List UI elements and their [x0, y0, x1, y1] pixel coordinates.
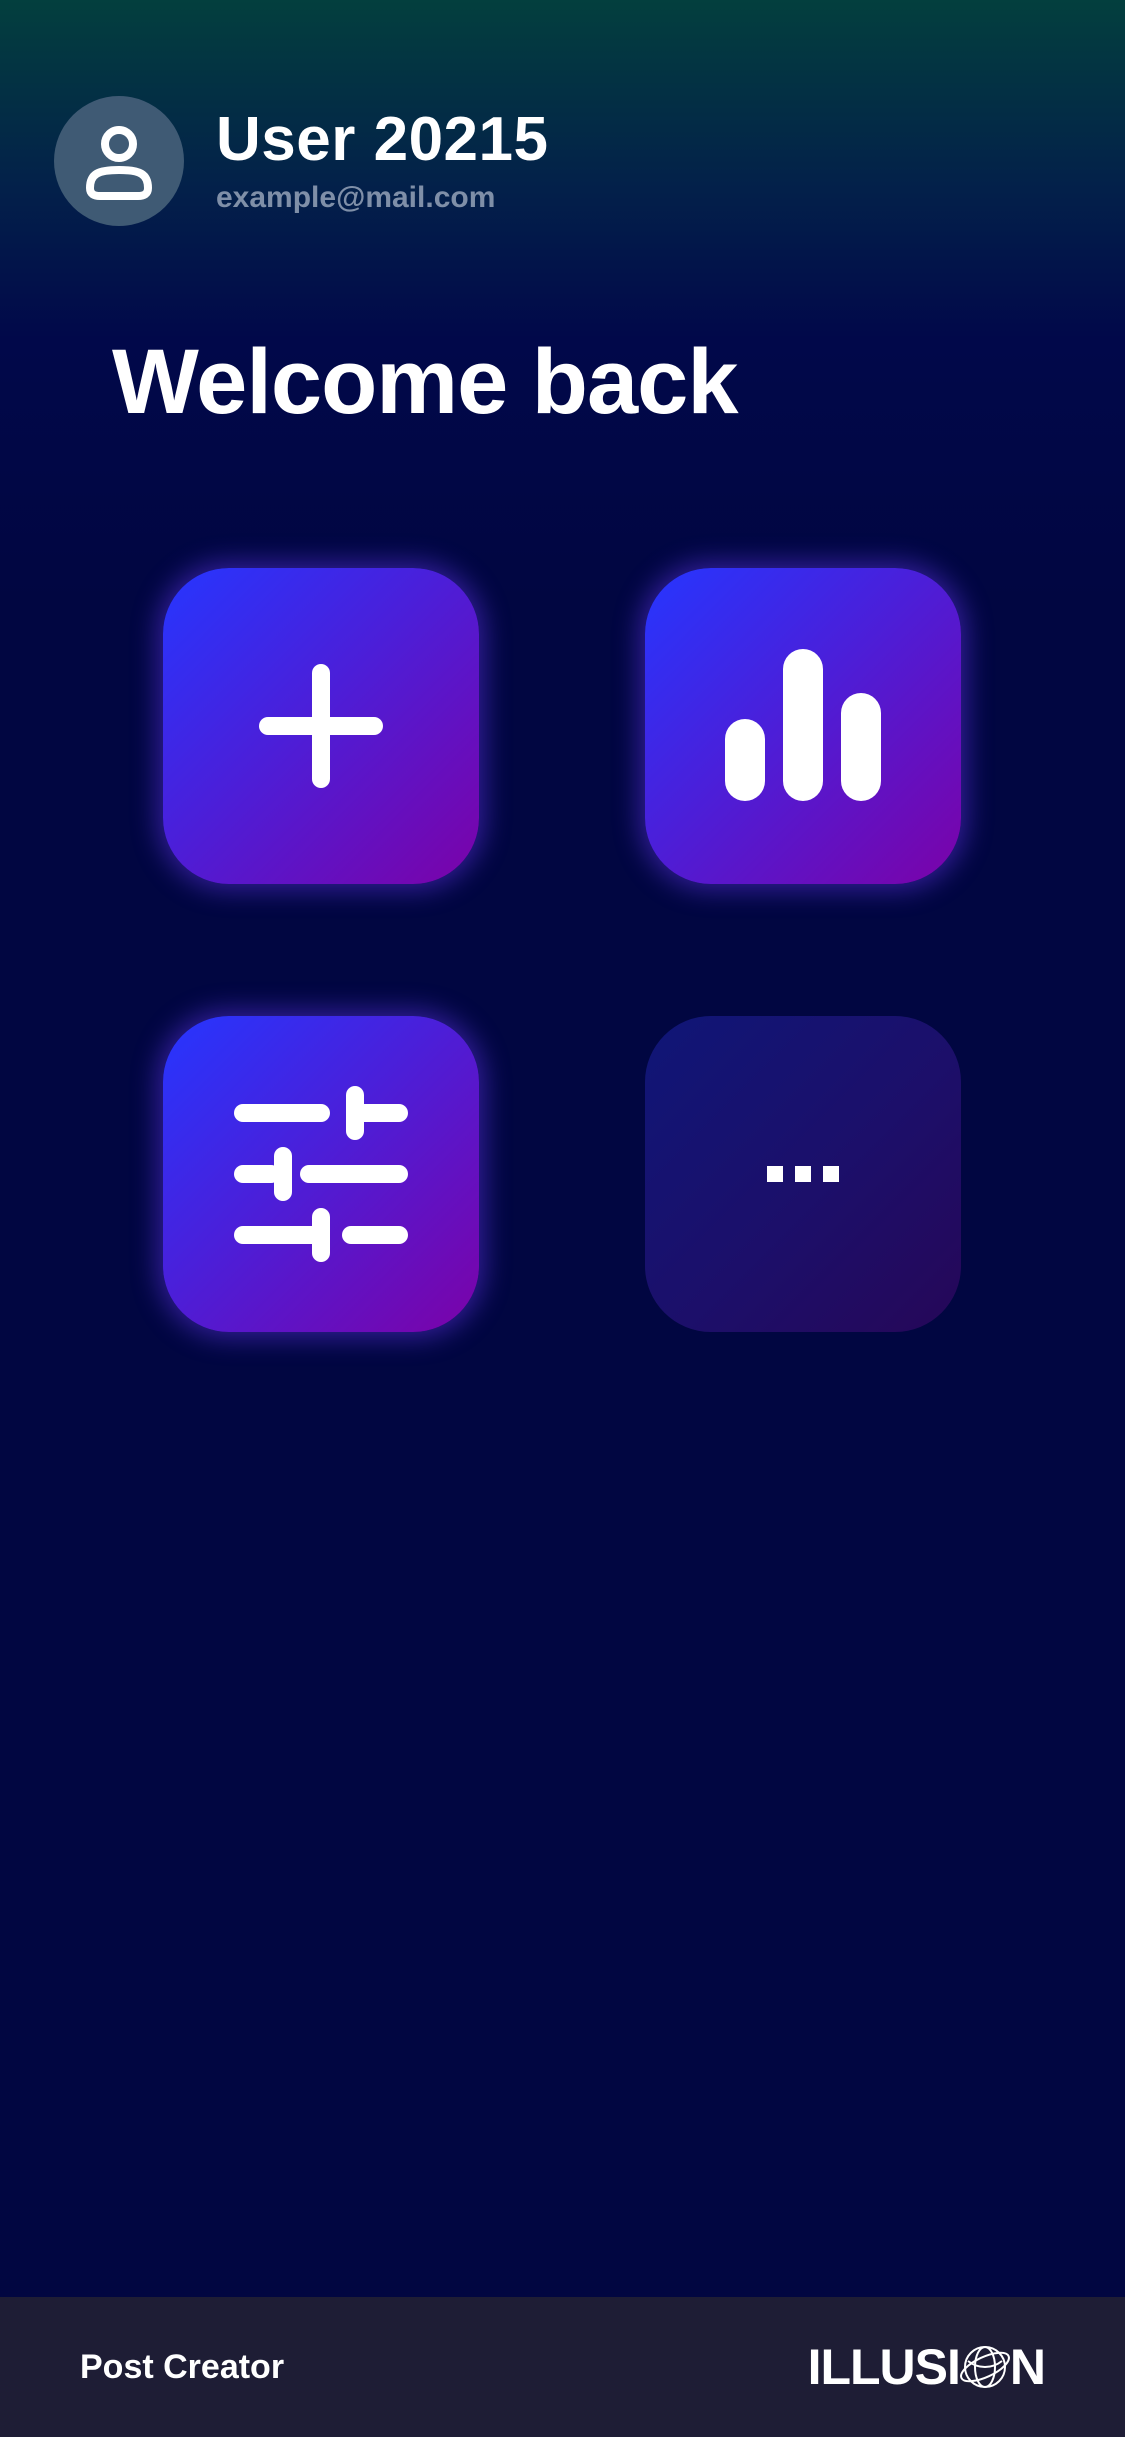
settings-button[interactable]	[163, 1016, 479, 1332]
plus-icon	[259, 664, 383, 788]
create-post-button[interactable]	[163, 568, 479, 884]
sliders-icon	[234, 1086, 408, 1262]
brand-logo: ILLUSI N	[807, 2338, 1046, 2396]
brand-suffix: N	[1009, 2339, 1046, 2395]
avatar[interactable]	[54, 96, 184, 226]
profile-info: User 20215 example@mail.com	[216, 107, 549, 214]
app-name: Post Creator	[80, 2347, 285, 2386]
more-options-button[interactable]	[645, 1016, 961, 1332]
footer-bar: Post Creator ILLUSI N	[0, 2297, 1125, 2437]
brand-prefix: ILLUSI	[807, 2339, 961, 2395]
more-icon	[767, 1166, 839, 1182]
username: User 20215	[216, 105, 549, 175]
welcome-heading: Welcome back	[112, 331, 738, 433]
analytics-button[interactable]	[645, 568, 961, 884]
user-email: example@mail.com	[216, 180, 496, 214]
globe-logo-icon	[959, 2346, 1010, 2388]
bar-chart-icon	[725, 649, 881, 801]
user-icon	[86, 126, 152, 200]
profile-header[interactable]: User 20215 example@mail.com	[54, 96, 549, 226]
